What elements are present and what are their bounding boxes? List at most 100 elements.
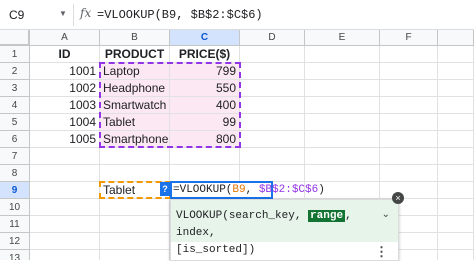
- cell-g4[interactable]: [438, 97, 474, 114]
- cell-d3[interactable]: [240, 80, 305, 97]
- cell-a3[interactable]: 1002: [30, 80, 100, 97]
- cell-f7[interactable]: [380, 148, 438, 165]
- cell-g10[interactable]: [438, 199, 474, 216]
- cell-a13[interactable]: [30, 250, 100, 260]
- cell-b7[interactable]: [100, 148, 170, 165]
- cell-a12[interactable]: [30, 233, 100, 250]
- name-box[interactable]: C9 ▼: [2, 4, 74, 26]
- function-help-tooltip: VLOOKUP(search_key, range, index, [is_sor…: [170, 199, 399, 261]
- cell-d7[interactable]: [240, 148, 305, 165]
- cell-e3[interactable]: [305, 80, 380, 97]
- row-header-3[interactable]: 3: [0, 80, 30, 97]
- chevron-down-icon[interactable]: ▼: [59, 9, 67, 18]
- cell-a10[interactable]: [30, 199, 100, 216]
- row-3: 3 1002 Headphone 550: [0, 80, 474, 97]
- select-all-corner[interactable]: [0, 30, 30, 46]
- cell-c1[interactable]: PRICE($): [170, 46, 240, 63]
- cell-f2[interactable]: [380, 63, 438, 80]
- cell-b4[interactable]: Smartwatch: [100, 97, 170, 114]
- cell-f9[interactable]: [380, 182, 438, 199]
- row-header-9[interactable]: 9: [0, 182, 30, 199]
- row-header-10[interactable]: 10: [0, 199, 30, 216]
- cell-f5[interactable]: [380, 114, 438, 131]
- cell-e8[interactable]: [305, 165, 380, 182]
- column-header-d[interactable]: D: [240, 30, 305, 46]
- row-header-2[interactable]: 2: [0, 63, 30, 80]
- column-header-c[interactable]: C: [170, 30, 240, 46]
- formula-input[interactable]: =VLOOKUP(B9, $B$2:$C$6): [97, 8, 263, 22]
- row-7b: 7: [0, 148, 474, 165]
- row-header-5[interactable]: 5: [0, 114, 30, 131]
- cell-b12[interactable]: [100, 233, 170, 250]
- cell-g7[interactable]: [438, 148, 474, 165]
- cell-a7[interactable]: [30, 148, 100, 165]
- cell-e2[interactable]: [305, 63, 380, 80]
- cell-e5[interactable]: [305, 114, 380, 131]
- column-header-a[interactable]: A: [30, 30, 100, 46]
- cell-a11[interactable]: [30, 216, 100, 233]
- editor-ref-b9: B9: [232, 184, 246, 196]
- fx-icon: fx: [80, 6, 92, 20]
- cell-a1[interactable]: ID: [30, 46, 100, 63]
- column-header-e[interactable]: E: [305, 30, 380, 46]
- cell-b2[interactable]: Laptop: [100, 63, 170, 80]
- cell-a4[interactable]: 1003: [30, 97, 100, 114]
- expand-chevron-icon[interactable]: ⌄: [382, 209, 390, 220]
- cell-c2[interactable]: 799: [170, 63, 240, 80]
- cell-f8[interactable]: [380, 165, 438, 182]
- cell-g1[interactable]: [438, 46, 474, 63]
- cell-b1[interactable]: PRODUCT: [100, 46, 170, 63]
- cell-g12[interactable]: [438, 233, 474, 250]
- tooltip-signature-area[interactable]: VLOOKUP(search_key, range, index, [is_sor…: [171, 200, 398, 256]
- row-header-12[interactable]: 12: [0, 233, 30, 250]
- cell-g5[interactable]: [438, 114, 474, 131]
- cell-f1[interactable]: [380, 46, 438, 63]
- cell-f3[interactable]: [380, 80, 438, 97]
- cell-a2[interactable]: 1001: [30, 63, 100, 80]
- cell-f4[interactable]: [380, 97, 438, 114]
- formula-help-tag[interactable]: ?: [160, 182, 170, 196]
- row-header-11[interactable]: 11: [0, 216, 30, 233]
- row-header-7[interactable]: 7: [0, 148, 30, 165]
- cell-b10[interactable]: [100, 199, 170, 216]
- cell-a8[interactable]: [30, 165, 100, 182]
- cell-a5[interactable]: 1004: [30, 114, 100, 131]
- cell-d8[interactable]: [240, 165, 305, 182]
- cell-g13[interactable]: [438, 250, 474, 260]
- column-header-g[interactable]: [438, 30, 474, 46]
- cell-a9[interactable]: [30, 182, 100, 199]
- cell-b8[interactable]: [100, 165, 170, 182]
- row-5: 5 1004 Tablet 99: [0, 114, 474, 131]
- row-header-1[interactable]: 1: [0, 46, 30, 63]
- row-header-4[interactable]: 4: [0, 97, 30, 114]
- cell-e1[interactable]: [305, 46, 380, 63]
- more-options-icon[interactable]: ⋮: [375, 244, 388, 260]
- cell-c3[interactable]: 550: [170, 80, 240, 97]
- cell-c7[interactable]: [170, 148, 240, 165]
- cell-d2[interactable]: [240, 63, 305, 80]
- cell-e7[interactable]: [305, 148, 380, 165]
- row-header-8[interactable]: 8: [0, 165, 30, 182]
- close-icon[interactable]: ×: [392, 192, 404, 204]
- column-header-f[interactable]: F: [380, 30, 438, 46]
- cell-b3[interactable]: Headphone: [100, 80, 170, 97]
- cell-b13[interactable]: [100, 250, 170, 260]
- row-8: 8: [0, 165, 474, 182]
- cell-g9[interactable]: [438, 182, 474, 199]
- cell-d4[interactable]: [240, 97, 305, 114]
- cell-g11[interactable]: [438, 216, 474, 233]
- row-header-13[interactable]: 13: [0, 250, 30, 260]
- cell-d1[interactable]: [240, 46, 305, 63]
- cell-g2[interactable]: [438, 63, 474, 80]
- cell-g8[interactable]: [438, 165, 474, 182]
- cell-c4[interactable]: 400: [170, 97, 240, 114]
- cell-c5[interactable]: 99: [170, 114, 240, 131]
- cell-g3[interactable]: [438, 80, 474, 97]
- column-header-b[interactable]: B: [100, 30, 170, 46]
- cell-c8[interactable]: [170, 165, 240, 182]
- cell-d5[interactable]: [240, 114, 305, 131]
- cell-b5[interactable]: Tablet: [100, 114, 170, 131]
- cell-e4[interactable]: [305, 97, 380, 114]
- cell-b11[interactable]: [100, 216, 170, 233]
- cell-editor[interactable]: =VLOOKUP(B9, $B$2:$C$6): [170, 181, 325, 199]
